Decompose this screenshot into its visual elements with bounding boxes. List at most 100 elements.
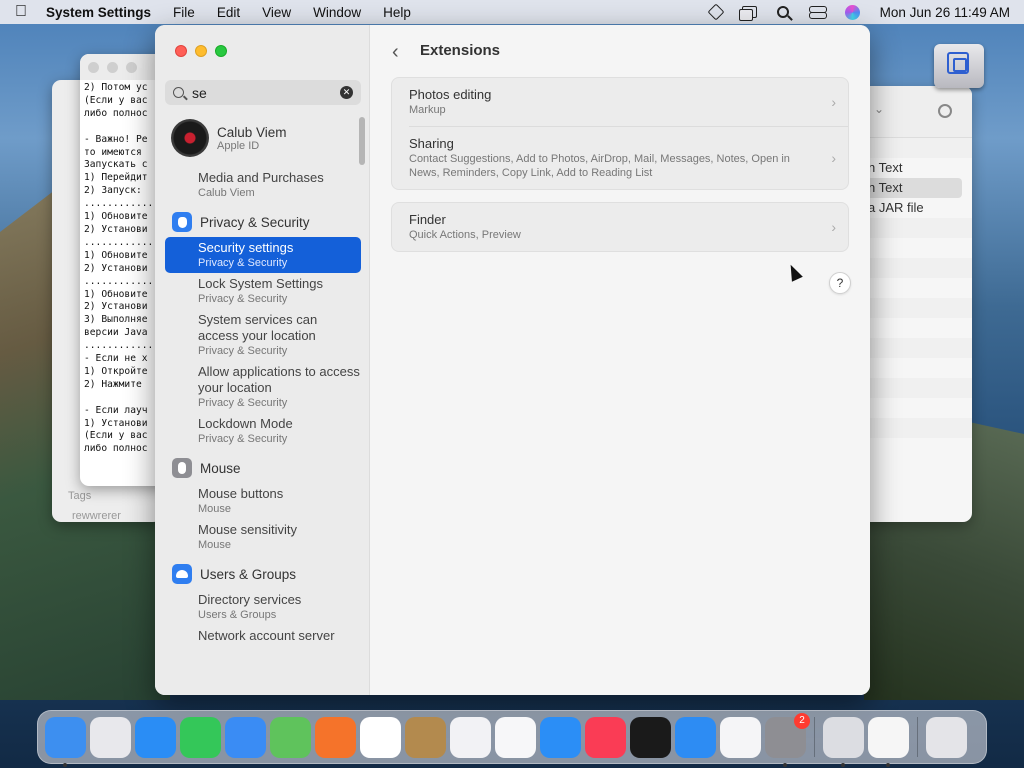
finder-app[interactable] [45, 716, 86, 767]
result-sub: Privacy & Security [198, 433, 288, 445]
menu-file[interactable]: File [173, 5, 195, 20]
chevron-right-icon: › [831, 219, 836, 235]
search-input[interactable] [192, 84, 332, 101]
menu-clock[interactable]: Mon Jun 26 11:49 AM [880, 5, 1010, 20]
control-center-icon[interactable] [808, 5, 827, 19]
result-directory-services[interactable]: Directory services Users & Groups [165, 589, 361, 625]
visual-studio-app[interactable] [450, 716, 491, 758]
menu-bar:  System Settings File Edit View Window … [0, 0, 1024, 24]
extension-photos-editing[interactable]: Photos editing Markup › [392, 78, 848, 126]
close-button[interactable] [175, 45, 187, 57]
sidebar: ✕ Calub Viem Apple ID Media and Purchase… [155, 25, 370, 695]
menu-edit[interactable]: Edit [217, 5, 240, 20]
minimize-button[interactable] [195, 45, 207, 57]
chevron-right-icon: › [831, 150, 836, 166]
trash-app[interactable] [926, 716, 967, 758]
tag-item[interactable]: rewwrerer [72, 510, 121, 522]
mail-app[interactable] [225, 716, 266, 758]
result-lockdown-mode[interactable]: Lockdown Mode Privacy & Security [165, 413, 361, 449]
result-sub: Mouse [198, 503, 232, 515]
extension-sharing[interactable]: Sharing Contact Suggestions, Add to Phot… [409, 126, 848, 189]
spotlight-search-icon[interactable] [776, 6, 789, 18]
result-mouse-buttons[interactable]: Mouse buttons Mouse [165, 483, 361, 519]
result-title: Mouse sensitivity [198, 522, 297, 537]
drive-app[interactable] [823, 716, 864, 767]
extension-finder[interactable]: Finder Quick Actions, Preview › [392, 203, 848, 251]
page-title: Extensions [420, 42, 501, 59]
app-store-app[interactable] [540, 716, 581, 758]
siri-icon[interactable] [844, 4, 860, 20]
result-system-services-location[interactable]: System services can access your location… [165, 309, 361, 361]
right-window-toolbar: ⌄ [860, 86, 972, 138]
list-item[interactable]: n Text [860, 158, 972, 178]
search-results: Calub Viem Apple ID Media and Purchases … [165, 117, 361, 695]
extensions-pane: ‹ Extensions Photos editing Markup › Sha… [370, 25, 870, 695]
news-app[interactable] [720, 716, 761, 758]
safari-app[interactable] [135, 716, 176, 758]
chevron-down-icon[interactable]: ⌄ [874, 102, 884, 116]
clear-search-icon[interactable]: ✕ [340, 86, 353, 99]
firefox-app[interactable] [315, 716, 356, 758]
group-privacy-security[interactable]: Privacy & Security [165, 207, 361, 237]
maps-app[interactable] [270, 716, 311, 758]
menu-help[interactable]: Help [383, 5, 411, 20]
vscode-app[interactable] [495, 716, 536, 758]
menu-view[interactable]: View [262, 5, 291, 20]
apple-menu-icon[interactable]:  [14, 3, 28, 21]
window-controls [175, 45, 227, 57]
help-button[interactable]: ? [829, 272, 851, 294]
sidebar-search[interactable]: ✕ [165, 80, 361, 105]
apple-id-profile[interactable]: Calub Viem Apple ID [165, 117, 361, 159]
keynote-app[interactable] [675, 716, 716, 758]
messages-app[interactable] [180, 716, 221, 758]
back-chevron-icon[interactable]: ‹ [392, 41, 399, 64]
result-title: Allow applications to access your locati… [198, 364, 360, 395]
list-item-selected[interactable]: n Text [860, 178, 962, 198]
running-indicator [63, 762, 67, 767]
result-title: Mouse buttons [198, 486, 284, 501]
result-network-account-server[interactable]: Network account server [165, 625, 361, 647]
zoom-button[interactable] [215, 45, 227, 57]
group-users-groups[interactable]: Users & Groups [165, 559, 361, 589]
result-lock-system-settings[interactable]: Lock System Settings Privacy & Security [165, 273, 361, 309]
mouse-icon [172, 458, 192, 478]
result-sub: Users & Groups [198, 609, 277, 621]
list-item[interactable]: a JAR file [860, 198, 972, 218]
result-allow-apps-location[interactable]: Allow applications to access your locati… [165, 361, 361, 413]
launchpad-app[interactable] [90, 716, 131, 758]
status-diamond-icon[interactable] [707, 3, 725, 21]
group-label: Mouse [200, 460, 241, 476]
background-right-window[interactable]: ⌄ n Text n Text a JAR file [860, 86, 972, 522]
extension-sub: Quick Actions, Preview [409, 229, 521, 241]
result-title: Network account server [198, 628, 335, 643]
result-title: Security settings [198, 240, 294, 255]
system-settings-window: ✕ Calub Viem Apple ID Media and Purchase… [155, 25, 870, 695]
chevron-right-icon: › [831, 94, 836, 110]
system-settings-app[interactable]: 2 [765, 712, 810, 767]
group-mouse[interactable]: Mouse [165, 453, 361, 483]
result-mouse-sensitivity[interactable]: Mouse sensitivity Mouse [165, 519, 361, 555]
result-sub: Privacy & Security [198, 293, 288, 305]
textedit-app[interactable] [868, 716, 909, 767]
group-label: Users & Groups [200, 566, 297, 582]
group-label: Privacy & Security [200, 214, 310, 230]
stage-manager-icon[interactable] [738, 6, 757, 21]
running-indicator [886, 762, 890, 767]
result-sub: Calub Viem [198, 187, 255, 199]
extension-title: Finder [409, 212, 446, 227]
result-security-settings[interactable]: Security settings Privacy & Security [165, 237, 361, 273]
chrome-app[interactable] [360, 716, 401, 758]
sidebar-scrollbar[interactable] [359, 117, 365, 165]
app-name-menu[interactable]: System Settings [46, 5, 151, 20]
apple-tv-app[interactable] [630, 716, 671, 758]
result-title: Lockdown Mode [198, 416, 293, 431]
running-indicator [783, 762, 787, 767]
desktop-drive-icon[interactable] [932, 38, 986, 92]
profile-name: Calub Viem [217, 124, 287, 140]
result-sub: Privacy & Security [198, 397, 288, 409]
search-icon[interactable] [938, 104, 952, 118]
result-media-and-purchases[interactable]: Media and Purchases Calub Viem [165, 167, 361, 203]
contacts-app[interactable] [405, 716, 446, 758]
music-app[interactable] [585, 716, 626, 758]
menu-window[interactable]: Window [313, 5, 361, 20]
